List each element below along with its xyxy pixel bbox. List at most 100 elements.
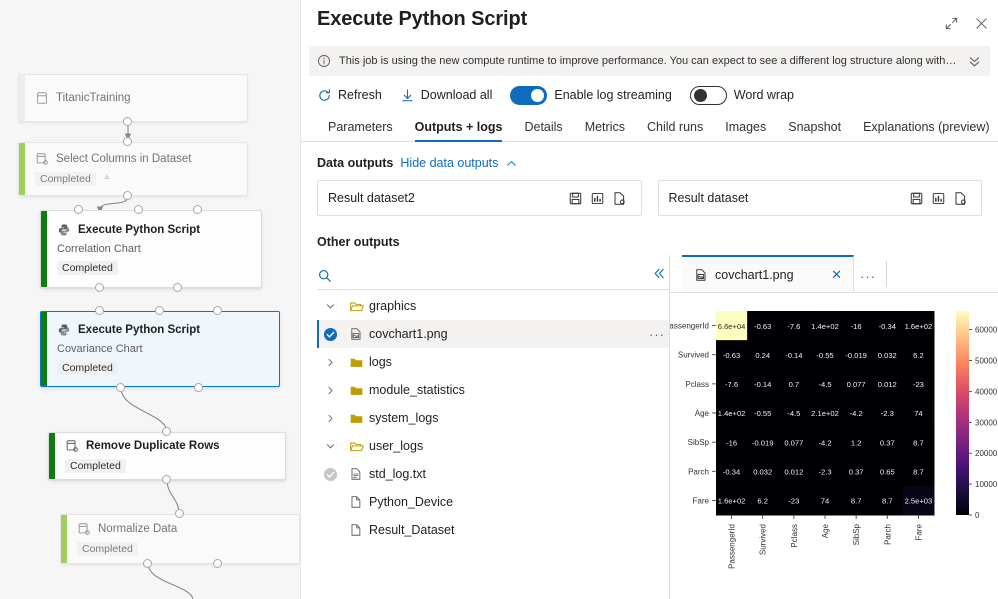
heatmap-cell-value: -7.6 bbox=[725, 380, 738, 389]
pipeline-node-execute-python-covariance[interactable]: Execute Python Script Covariance Chart C… bbox=[40, 311, 280, 387]
node-port[interactable] bbox=[175, 509, 184, 518]
search-input[interactable] bbox=[339, 268, 644, 283]
visualize-icon[interactable] bbox=[587, 191, 609, 206]
tab-snapshot[interactable]: Snapshot bbox=[777, 120, 852, 141]
heatmap-cell-value: -16 bbox=[726, 438, 737, 447]
refresh-button[interactable]: Refresh bbox=[317, 88, 382, 103]
data-output-card[interactable]: Result dataset bbox=[657, 180, 982, 216]
data-output-name: Result dataset bbox=[668, 191, 749, 205]
chevron-up-icon[interactable] bbox=[505, 157, 518, 170]
close-icon[interactable]: ✕ bbox=[828, 267, 845, 283]
pipeline-node-execute-python-correlation[interactable]: Execute Python Script Correlation Chart … bbox=[40, 210, 262, 288]
node-port[interactable] bbox=[74, 205, 83, 214]
checked-icon[interactable] bbox=[317, 327, 343, 342]
tree-item-std-log[interactable]: std_log.txt bbox=[317, 460, 669, 488]
node-port[interactable] bbox=[143, 559, 152, 568]
node-accent-bar bbox=[19, 75, 25, 121]
heatmap-cell-value: 0.7 bbox=[789, 380, 800, 389]
folder-open-icon bbox=[343, 439, 369, 454]
tab-parameters[interactable]: Parameters bbox=[317, 120, 404, 141]
node-port[interactable] bbox=[123, 191, 132, 200]
text-file-icon bbox=[343, 467, 369, 481]
status-badge: Completed bbox=[35, 172, 96, 186]
chevron-down-icon[interactable] bbox=[317, 301, 343, 312]
pipeline-canvas[interactable]: TitanicTraining Select Columns in Datase… bbox=[0, 0, 300, 599]
module-icon bbox=[78, 523, 90, 535]
tab-explanations[interactable]: Explanations (preview) bbox=[852, 120, 998, 141]
pipeline-node-remove-duplicate-rows[interactable]: Remove Duplicate Rows Completed bbox=[48, 432, 286, 480]
node-port[interactable] bbox=[134, 205, 143, 214]
preview-icon[interactable] bbox=[949, 191, 971, 206]
node-title-row: Execute Python Script bbox=[57, 223, 261, 237]
tree-item-label: user_logs bbox=[369, 439, 424, 453]
preview-icon[interactable] bbox=[609, 191, 631, 206]
node-port[interactable] bbox=[116, 383, 125, 392]
close-icon[interactable] bbox=[968, 10, 994, 36]
chevron-right-icon[interactable] bbox=[317, 385, 343, 396]
node-port[interactable] bbox=[95, 283, 104, 292]
visualize-icon[interactable] bbox=[927, 191, 949, 206]
node-port[interactable] bbox=[155, 306, 164, 315]
chevron-right-icon[interactable] bbox=[317, 357, 343, 368]
heatmap-cell-value: -23 bbox=[788, 497, 799, 506]
tree-item-python-device[interactable]: Python_Device bbox=[317, 488, 669, 516]
tab-metrics[interactable]: Metrics bbox=[574, 120, 636, 141]
pipeline-node-titanictraining[interactable]: TitanicTraining bbox=[18, 74, 248, 122]
pipeline-node-select-columns[interactable]: Select Columns in Dataset Completed bbox=[18, 142, 248, 196]
node-port[interactable] bbox=[173, 283, 182, 292]
node-accent-bar bbox=[41, 312, 47, 386]
enable-log-streaming-toggle[interactable] bbox=[510, 85, 548, 105]
preview-tab-covchart1[interactable]: covchart1.png ✕ bbox=[682, 255, 854, 292]
heatmap-cell-value: -0.14 bbox=[785, 351, 802, 360]
heatmap-svg: 6.6e+04 -0.63 -7.6 1.4e+02 -16 -0.34 1.6e+02 -0… bbox=[670, 311, 998, 569]
node-port[interactable] bbox=[162, 427, 171, 436]
heatmap-cell-value: 74 bbox=[914, 409, 922, 418]
node-port[interactable] bbox=[194, 383, 203, 392]
node-port[interactable] bbox=[123, 117, 132, 126]
tree-item-covchart1[interactable]: covchart1.png ··· bbox=[317, 320, 669, 348]
folder-open-icon bbox=[343, 299, 369, 314]
node-accent-bar bbox=[19, 143, 25, 195]
checked-muted-icon[interactable] bbox=[317, 467, 343, 482]
tab-images[interactable]: Images bbox=[714, 120, 777, 141]
save-icon[interactable] bbox=[905, 191, 927, 206]
chevron-double-left-icon[interactable] bbox=[650, 266, 669, 286]
expand-icon[interactable] bbox=[938, 10, 964, 36]
tree-item-logs[interactable]: logs bbox=[317, 348, 669, 376]
data-output-card[interactable]: Result dataset2 bbox=[317, 180, 642, 216]
colorbar-tick-label: 10000 bbox=[975, 480, 998, 489]
node-subtitle: Correlation Chart bbox=[57, 243, 141, 255]
node-label: Select Columns in Dataset bbox=[56, 153, 192, 165]
heatmap-cell-value: 0.37 bbox=[849, 467, 864, 476]
tab-outputs-logs[interactable]: Outputs + logs bbox=[404, 120, 514, 142]
tree-item-graphics[interactable]: graphics bbox=[317, 292, 669, 320]
node-port[interactable] bbox=[193, 205, 202, 214]
more-icon[interactable]: ··· bbox=[645, 327, 669, 342]
tab-details[interactable]: Details bbox=[513, 120, 573, 141]
chevron-right-icon[interactable] bbox=[317, 413, 343, 424]
tree-item-result-dataset[interactable]: Result_Dataset bbox=[317, 516, 669, 544]
node-port[interactable] bbox=[213, 559, 222, 568]
pipeline-node-normalize-data[interactable]: Normalize Data Completed bbox=[60, 514, 300, 564]
more-icon[interactable]: ··· bbox=[854, 269, 882, 284]
node-port[interactable] bbox=[213, 306, 222, 315]
word-wrap-toggle[interactable] bbox=[689, 85, 727, 105]
x-tick-label: Fare bbox=[914, 523, 923, 540]
toggle-knob bbox=[531, 88, 545, 102]
tree-item-system-logs[interactable]: system_logs bbox=[317, 404, 669, 432]
save-icon[interactable] bbox=[565, 191, 587, 206]
search-icon[interactable] bbox=[317, 268, 333, 284]
heatmap-cell-value: 0.37 bbox=[880, 438, 895, 447]
node-port[interactable] bbox=[123, 137, 132, 146]
colorbar-tick-label: 30000 bbox=[975, 418, 998, 427]
chevron-double-down-icon[interactable] bbox=[967, 54, 982, 69]
hide-data-outputs-link[interactable]: Hide data outputs bbox=[400, 156, 498, 170]
tree-item-user-logs[interactable]: user_logs bbox=[317, 432, 669, 460]
node-port[interactable] bbox=[95, 306, 104, 315]
status-badge: Completed bbox=[77, 542, 138, 556]
chevron-down-icon[interactable] bbox=[317, 441, 343, 452]
download-all-button[interactable]: Download all bbox=[400, 88, 492, 103]
tab-child-runs[interactable]: Child runs bbox=[636, 120, 714, 141]
tree-item-module-statistics[interactable]: module_statistics bbox=[317, 376, 669, 404]
node-port[interactable] bbox=[162, 475, 171, 484]
